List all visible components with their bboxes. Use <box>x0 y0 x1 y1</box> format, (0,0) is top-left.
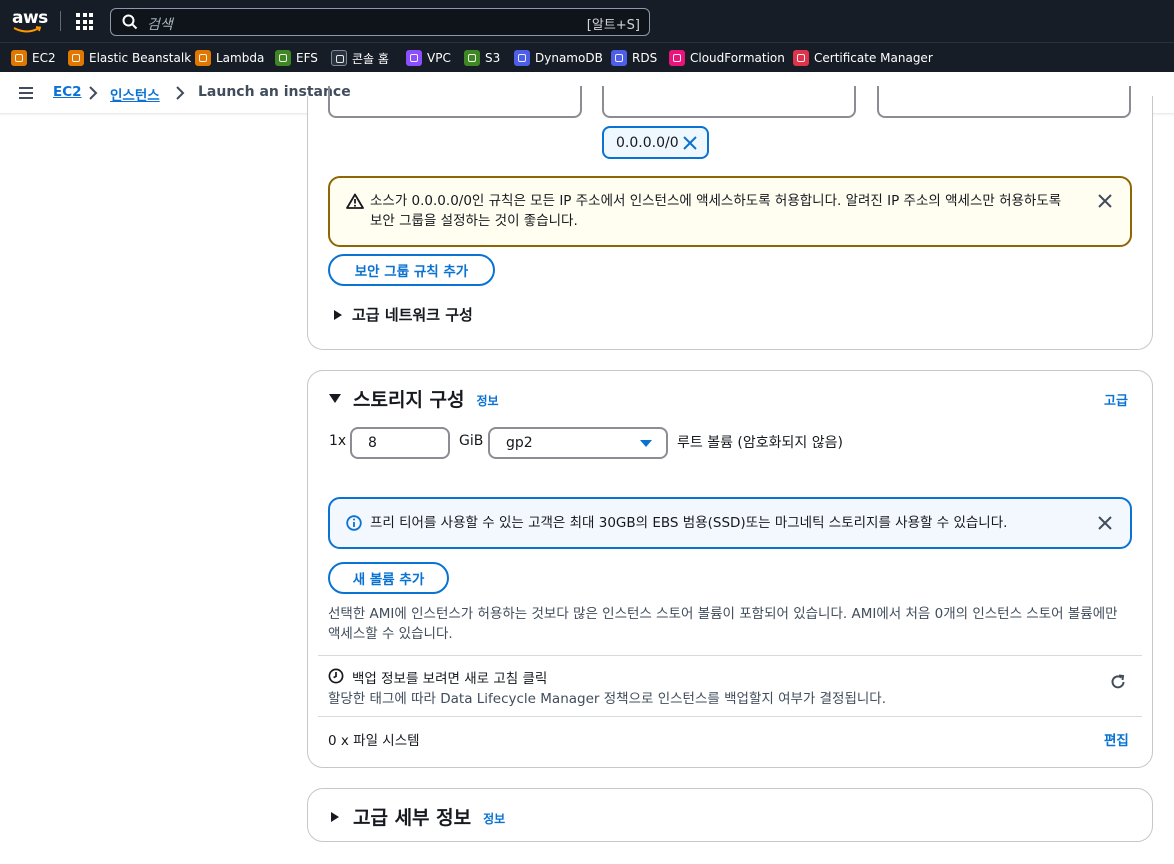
add-security-group-rule-button[interactable]: 보안 그룹 규칙 추가 <box>328 254 495 286</box>
favorite-cloudformation[interactable]: CloudFormation <box>669 50 785 66</box>
certificate-manager-icon <box>793 50 809 66</box>
lambda-icon <box>195 50 211 66</box>
remove-token-icon[interactable] <box>683 136 697 150</box>
free-tier-info-alert: 프리 티어를 사용할 수 있는 고객은 최대 30GB의 EBS 범용(SSD)… <box>328 497 1132 549</box>
warning-alert: 소스가 0.0.0.0/0인 규칙은 모든 IP 주소에서 인스턴스에 액세스하… <box>328 176 1132 247</box>
info-icon <box>346 515 362 531</box>
favorite-ec2[interactable]: EC2 <box>11 50 56 66</box>
dropdown-arrow-icon <box>640 440 652 447</box>
favorite-lambda[interactable]: Lambda <box>195 50 264 66</box>
storage-section-header[interactable]: 스토리지 구성 정보 <box>329 385 499 412</box>
aws-logo[interactable]: aws <box>12 7 48 35</box>
favorite-label: Elastic Beanstalk <box>89 51 192 65</box>
ami-instance-store-note: 선택한 AMI에 인스턴스가 허용하는 것보다 많은 인스턴스 스토어 볼륨이 … <box>328 606 1118 642</box>
rule-field[interactable] <box>328 86 582 118</box>
storage-info-link[interactable]: 정보 <box>477 392 499 409</box>
chevron-right-icon <box>89 86 98 100</box>
favorite-label: CloudFormation <box>690 51 785 65</box>
search-input[interactable]: 검색 [알트+S] <box>110 8 650 36</box>
advanced-network-label: 고급 네트워크 구성 <box>352 306 473 324</box>
services-menu-icon[interactable] <box>76 13 93 30</box>
favorite-label: VPC <box>427 51 451 65</box>
backup-info-description: 할당한 태그에 따라 Data Lifecycle Manager 정책으로 인… <box>328 691 887 707</box>
advanced-network-expander[interactable]: 고급 네트워크 구성 <box>334 304 473 325</box>
free-tier-info-text: 프리 티어를 사용할 수 있는 고객은 최대 30GB의 EBS 범용(SSD)… <box>370 515 1008 531</box>
favorite-rds[interactable]: RDS <box>611 50 657 66</box>
breadcrumb-ec2[interactable]: EC2 <box>53 84 82 100</box>
add-new-volume-button[interactable]: 새 볼륨 추가 <box>328 562 449 594</box>
volume-count: 1x <box>329 433 347 449</box>
storage-title: 스토리지 구성 <box>353 389 465 411</box>
favorite-label: Lambda <box>216 51 265 65</box>
favorite-label: EFS <box>296 51 318 65</box>
search-icon <box>122 14 138 30</box>
chevron-right-icon <box>176 86 185 100</box>
rule-field[interactable] <box>602 86 856 118</box>
volume-type-select[interactable]: gp2 <box>488 427 668 459</box>
divider <box>318 716 1142 717</box>
favorite-label: RDS <box>632 51 658 65</box>
clock-icon <box>328 668 344 684</box>
volume-size-input[interactable]: 8 <box>350 427 450 459</box>
favorite-label: Certificate Manager <box>814 51 933 65</box>
favorite-s3[interactable]: S3 <box>464 50 500 66</box>
efs-icon <box>275 50 291 66</box>
favorite-elastic-beanstalk[interactable]: Elastic Beanstalk <box>68 50 191 66</box>
volume-unit: GiB <box>459 433 484 449</box>
breadcrumb-instances[interactable]: 인스턴스 <box>110 84 160 104</box>
console-home-icon <box>331 50 347 66</box>
vpc-icon <box>406 50 422 66</box>
volume-type-value: gp2 <box>506 435 533 451</box>
favorites-bar: EC2 Elastic Beanstalk Lambda EFS 콘솔 홈 VP… <box>0 42 1174 72</box>
favorite-console-home[interactable]: 콘솔 홈 <box>331 50 389 66</box>
divider <box>318 655 1142 656</box>
advanced-details-expander[interactable]: 고급 세부 정보 정보 <box>331 803 505 830</box>
rds-icon <box>611 50 627 66</box>
warning-icon <box>346 193 364 209</box>
dynamodb-icon <box>514 50 530 66</box>
volume-description: 루트 볼륨 (암호화되지 않음) <box>677 435 843 451</box>
favorite-label: S3 <box>485 51 501 65</box>
close-icon[interactable] <box>1098 194 1112 208</box>
top-navigation-bar: aws 검색 [알트+S] <box>0 0 1174 42</box>
aws-smile-icon <box>13 26 42 33</box>
warning-text: 소스가 0.0.0.0/0인 규칙은 모든 IP 주소에서 인스턴스에 액세스하… <box>370 193 1062 229</box>
source-token-value: 0.0.0.0/0 <box>616 135 679 151</box>
menu-icon[interactable] <box>19 87 33 99</box>
favorite-vpc[interactable]: VPC <box>406 50 451 66</box>
edit-file-systems-link[interactable]: 편집 <box>1104 729 1129 749</box>
cloudformation-icon <box>669 50 685 66</box>
elastic-beanstalk-icon <box>68 50 84 66</box>
divider <box>60 11 61 31</box>
search-shortcut: [알트+S] <box>586 18 640 33</box>
advanced-details-title: 고급 세부 정보 <box>353 807 472 829</box>
storage-advanced-link[interactable]: 고급 <box>1104 390 1128 409</box>
s3-icon <box>464 50 480 66</box>
file-systems-count: 0 x 파일 시스템 <box>328 733 420 749</box>
favorite-certificate-manager[interactable]: Certificate Manager <box>793 50 933 66</box>
caret-right-icon <box>331 811 339 822</box>
caret-down-icon <box>329 394 341 403</box>
favorite-label: EC2 <box>32 51 56 65</box>
close-icon[interactable] <box>1098 516 1112 530</box>
backup-info-title: 백업 정보를 보려면 새로 고침 클릭 <box>352 671 548 687</box>
favorite-label: 콘솔 홈 <box>352 51 389 66</box>
aws-logo-text: aws <box>12 8 48 28</box>
search-placeholder: 검색 <box>147 17 173 33</box>
advanced-details-info-link[interactable]: 정보 <box>483 810 505 827</box>
refresh-icon[interactable] <box>1109 673 1127 691</box>
rule-field[interactable] <box>877 86 1131 118</box>
favorite-label: DynamoDB <box>535 51 603 65</box>
favorite-efs[interactable]: EFS <box>275 50 318 66</box>
ec2-icon <box>11 50 27 66</box>
favorite-dynamodb[interactable]: DynamoDB <box>514 50 603 66</box>
source-token: 0.0.0.0/0 <box>602 126 709 159</box>
caret-right-icon <box>334 309 342 320</box>
